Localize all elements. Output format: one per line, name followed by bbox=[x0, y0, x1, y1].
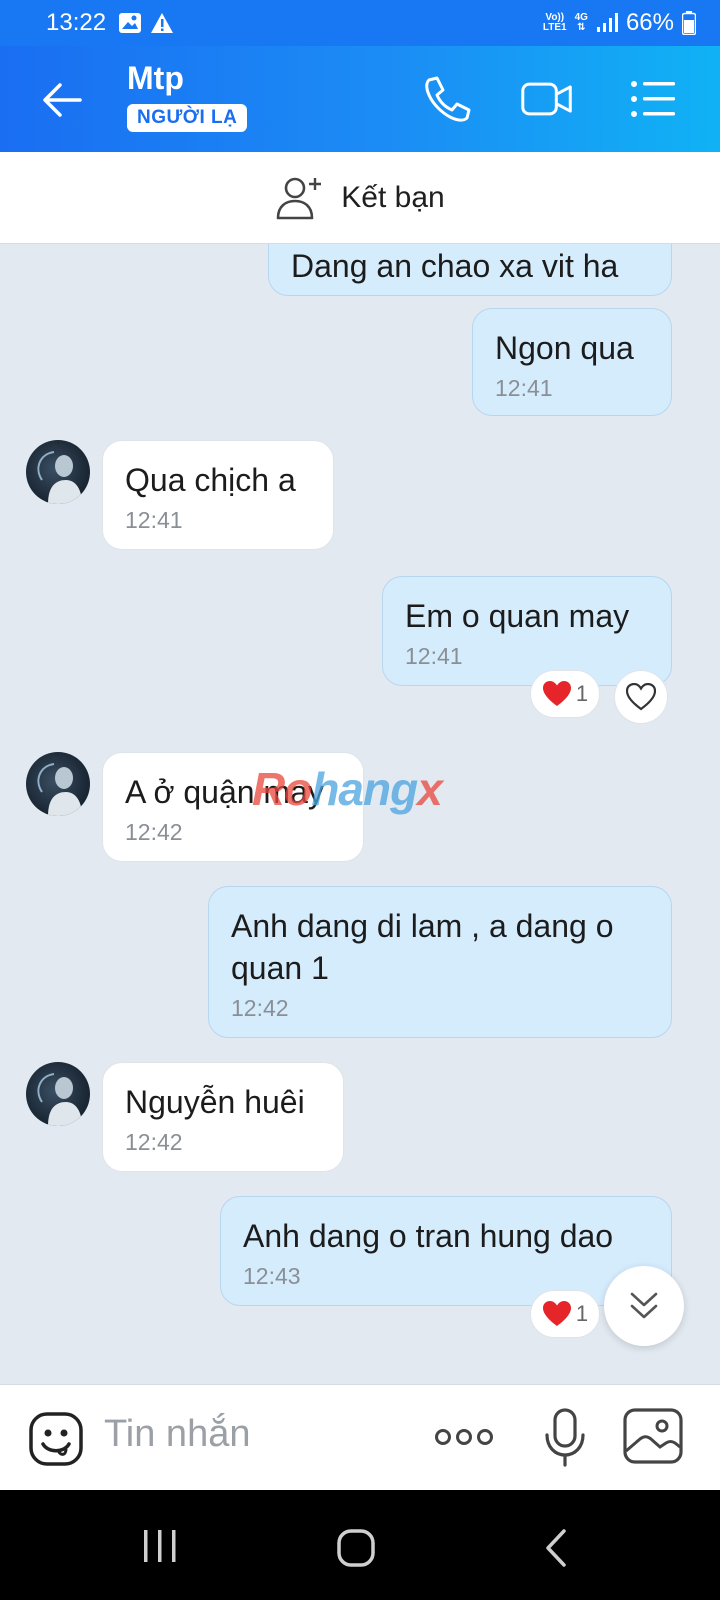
contact-avatar[interactable] bbox=[26, 440, 90, 504]
stranger-badge: NGƯỜI LẠ bbox=[127, 104, 248, 132]
message-input[interactable]: Tin nhắn bbox=[104, 1413, 250, 1456]
message-time: 12:41 bbox=[495, 375, 553, 401]
reaction-count[interactable]: 1 bbox=[530, 1290, 600, 1338]
back-nav-icon[interactable] bbox=[540, 1528, 570, 1568]
battery-icon bbox=[682, 11, 696, 35]
home-icon[interactable] bbox=[336, 1528, 376, 1568]
message-bubble-outgoing[interactable]: Em o quan may 12:41 bbox=[382, 576, 672, 686]
message-time: 12:42 bbox=[125, 819, 183, 845]
double-chevron-down-icon bbox=[630, 1292, 658, 1319]
message-bubble-outgoing[interactable]: Dang an chao xa vit ha bbox=[268, 244, 672, 296]
message-list[interactable]: Dang an chao xa vit ha Ngon qua 12:41 Qu… bbox=[0, 244, 720, 1384]
watermark-logo: Rohangx bbox=[252, 763, 443, 815]
message-bubble-outgoing[interactable]: Anh dang di lam , a dang o quan 1 12:42 bbox=[208, 886, 672, 1038]
add-friend-bar[interactable]: Kết bạn bbox=[0, 152, 720, 244]
volte-indicator: Vo)) LTE1 bbox=[542, 12, 567, 33]
warning-icon bbox=[151, 13, 174, 33]
scroll-to-bottom-button[interactable] bbox=[604, 1266, 684, 1346]
message-bubble-incoming[interactable]: Qua chịch a 12:41 bbox=[102, 440, 334, 550]
message-time: 12:41 bbox=[405, 643, 463, 669]
microphone-icon[interactable] bbox=[540, 1407, 590, 1469]
message-bubble-outgoing[interactable]: Ngon qua 12:41 bbox=[472, 308, 672, 416]
react-button[interactable] bbox=[614, 670, 668, 724]
chat-header: Mtp NGƯỜI LẠ bbox=[0, 46, 720, 152]
add-friend-label: Kết bạn bbox=[341, 180, 445, 214]
message-time: 12:41 bbox=[125, 507, 183, 533]
video-call-icon[interactable] bbox=[520, 74, 574, 124]
heart-filled-icon bbox=[542, 681, 571, 706]
heart-filled-icon bbox=[542, 1301, 571, 1326]
contact-avatar[interactable] bbox=[26, 752, 90, 816]
message-bubble-outgoing[interactable]: Anh dang o tran hung dao 12:43 bbox=[220, 1196, 672, 1306]
sticker-icon[interactable] bbox=[28, 1411, 84, 1467]
more-options-icon[interactable] bbox=[434, 1425, 494, 1449]
avatar-image bbox=[37, 1073, 82, 1126]
gallery-notification-icon bbox=[119, 13, 142, 33]
message-time: 12:42 bbox=[125, 1129, 183, 1155]
message-time: 12:42 bbox=[231, 995, 289, 1021]
menu-icon[interactable] bbox=[628, 74, 678, 124]
recent-apps-icon[interactable] bbox=[140, 1528, 180, 1564]
message-time: 12:43 bbox=[243, 1263, 301, 1289]
heart-outline-icon bbox=[626, 683, 656, 711]
contact-name[interactable]: Mtp bbox=[127, 60, 184, 97]
avatar-image bbox=[37, 451, 82, 504]
back-arrow-icon[interactable] bbox=[40, 80, 84, 120]
data-indicator: 4G ⇅ bbox=[574, 12, 588, 33]
avatar-image bbox=[37, 763, 82, 816]
contact-avatar[interactable] bbox=[26, 1062, 90, 1126]
add-friend-icon bbox=[276, 177, 322, 219]
signal-icon bbox=[596, 13, 618, 32]
status-time: 13:22 bbox=[46, 9, 107, 36]
message-composer: Tin nhắn bbox=[0, 1384, 720, 1490]
status-bar: 13:22 Vo)) LTE1 4G ⇅ 66% bbox=[0, 0, 720, 46]
battery-percent: 66% bbox=[625, 9, 674, 36]
reaction-count[interactable]: 1 bbox=[530, 670, 600, 718]
system-navigation-bar bbox=[0, 1490, 720, 1600]
phone-icon[interactable] bbox=[420, 74, 474, 124]
image-picker-icon[interactable] bbox=[622, 1407, 684, 1465]
message-bubble-incoming[interactable]: Nguyễn huêi 12:42 bbox=[102, 1062, 344, 1172]
